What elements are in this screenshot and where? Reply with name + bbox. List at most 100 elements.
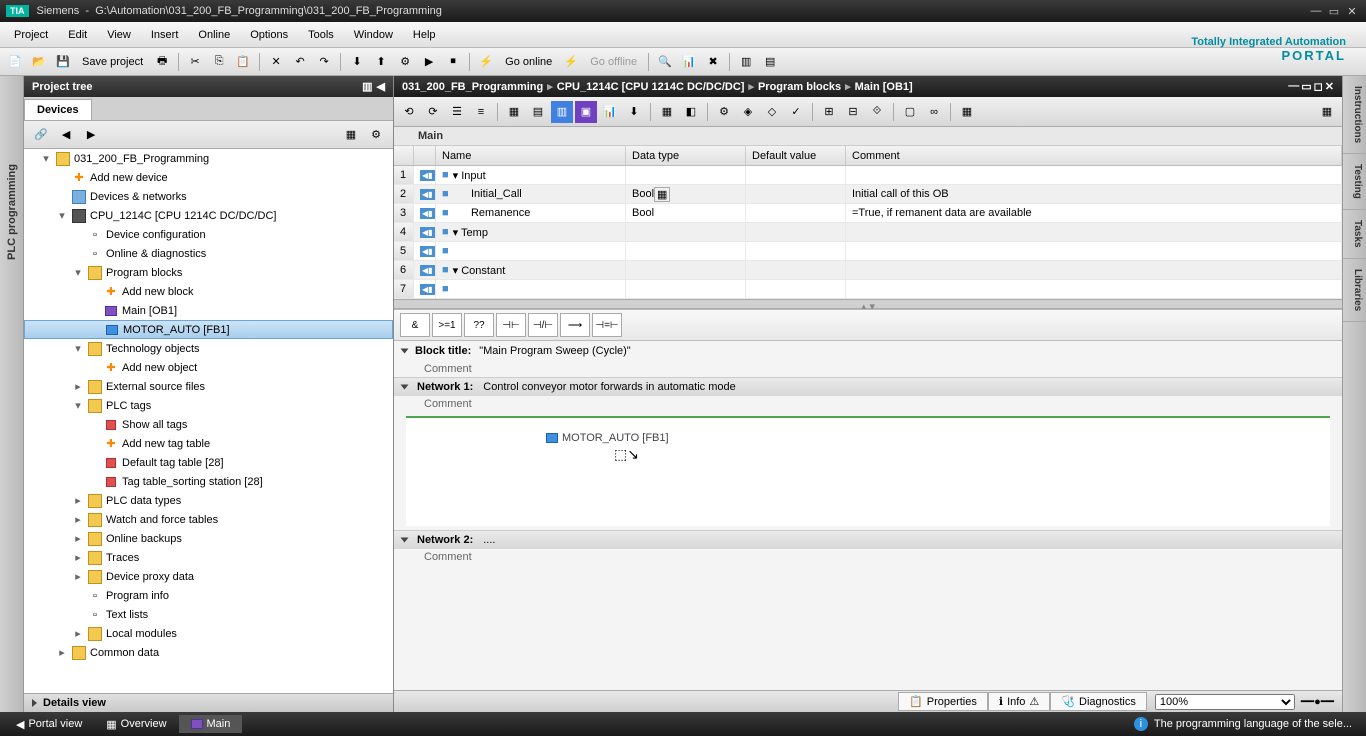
et-expand-icon[interactable]: ▦: [1316, 101, 1338, 123]
var-row[interactable]: 6◀▮■▾ Constant: [394, 261, 1342, 280]
et-icon[interactable]: ⟐: [866, 101, 888, 123]
et-icon[interactable]: ≡: [470, 101, 492, 123]
stop-icon[interactable]: ⏹: [442, 51, 464, 73]
pt-pin-icon[interactable]: ▥: [362, 80, 372, 93]
tree-item[interactable]: ▫Device configuration: [24, 225, 393, 244]
tree-item[interactable]: ▾PLC tags: [24, 396, 393, 415]
et-icon[interactable]: ⟲: [398, 101, 420, 123]
cut-icon[interactable]: ✂: [184, 51, 206, 73]
menu-online[interactable]: Online: [188, 25, 240, 45]
et-icon[interactable]: ▣: [575, 101, 597, 123]
devices-tab[interactable]: Devices: [24, 99, 92, 120]
overview-tab[interactable]: ▦ Overview: [94, 715, 178, 734]
col-default[interactable]: Default value: [746, 146, 846, 165]
et-icon[interactable]: ∞: [923, 101, 945, 123]
et-icon[interactable]: ⊟: [842, 101, 864, 123]
tree-item[interactable]: ▾CPU_1214C [CPU 1214C DC/DC/DC]: [24, 206, 393, 225]
tree-item[interactable]: Tag table_sorting station [28]: [24, 472, 393, 491]
lad-button[interactable]: &: [400, 313, 430, 337]
save-icon[interactable]: 💾: [52, 51, 74, 73]
var-row[interactable]: 7◀▮■: [394, 280, 1342, 299]
search-icon[interactable]: 🔍: [654, 51, 676, 73]
right-tab-tasks[interactable]: Tasks: [1343, 210, 1366, 259]
et-icon[interactable]: 📊: [599, 101, 621, 123]
tree-item[interactable]: Default tag table [28]: [24, 453, 393, 472]
et-icon[interactable]: ◈: [737, 101, 759, 123]
menu-insert[interactable]: Insert: [141, 25, 189, 45]
pt-opt-icon[interactable]: ⚙: [365, 124, 387, 146]
et-icon[interactable]: ▦: [656, 101, 678, 123]
open-icon[interactable]: 📂: [28, 51, 50, 73]
chart-icon[interactable]: 📊: [678, 51, 700, 73]
split-h-icon[interactable]: ▥: [735, 51, 757, 73]
lad-button[interactable]: >=1: [432, 313, 462, 337]
tree-item[interactable]: Devices & networks: [24, 187, 393, 206]
et-icon[interactable]: ▦: [503, 101, 525, 123]
var-row[interactable]: 5◀▮■: [394, 242, 1342, 261]
et-icon[interactable]: ▥: [551, 101, 573, 123]
menu-edit[interactable]: Edit: [58, 25, 97, 45]
et-icon[interactable]: ▤: [527, 101, 549, 123]
editor-float-icon[interactable]: ▭: [1301, 80, 1311, 93]
left-strip-label[interactable]: PLC programming: [4, 156, 20, 268]
tree-item[interactable]: ✚Add new block: [24, 282, 393, 301]
lad-button[interactable]: ??: [464, 313, 494, 337]
et-icon[interactable]: ▢: [899, 101, 921, 123]
tree-item[interactable]: ▾Technology objects: [24, 339, 393, 358]
bc-0[interactable]: 031_200_FB_Programming: [402, 81, 543, 93]
network-1-desc[interactable]: Control conveyor motor forwards in autom…: [483, 381, 736, 393]
menu-window[interactable]: Window: [344, 25, 403, 45]
pt-fwd-icon[interactable]: ▶: [80, 124, 102, 146]
zoom-slider[interactable]: ━━●━━: [1301, 695, 1334, 708]
et-icon[interactable]: ✓: [785, 101, 807, 123]
lad-button[interactable]: ⊣/⊢: [528, 313, 558, 337]
main-tab[interactable]: Main: [179, 715, 243, 733]
lad-button[interactable]: ⊣=⊢: [592, 313, 622, 337]
col-name[interactable]: Name: [436, 146, 626, 165]
tree-item[interactable]: ▫Online & diagnostics: [24, 244, 393, 263]
tree-item[interactable]: ▸Device proxy data: [24, 567, 393, 586]
tree-item[interactable]: ▸Common data: [24, 643, 393, 662]
download-icon[interactable]: ⬇: [346, 51, 368, 73]
details-view[interactable]: Details view: [24, 693, 393, 712]
tree-item[interactable]: ▸Online backups: [24, 529, 393, 548]
et-icon[interactable]: ◇: [761, 101, 783, 123]
col-type[interactable]: Data type: [626, 146, 746, 165]
tree-item[interactable]: ▾031_200_FB_Programming: [24, 149, 393, 168]
bc-3[interactable]: Main [OB1]: [855, 81, 913, 93]
print-icon[interactable]: 🖶: [151, 51, 173, 73]
tree-item[interactable]: ▫Text lists: [24, 605, 393, 624]
right-tab-libraries[interactable]: Libraries: [1343, 259, 1366, 322]
cross-ref-icon[interactable]: ✖: [702, 51, 724, 73]
tree-item[interactable]: ▸PLC data types: [24, 491, 393, 510]
goonline-icon[interactable]: ⚡: [475, 51, 497, 73]
pt-back-icon[interactable]: ◀: [55, 124, 77, 146]
save-project-button[interactable]: Save project: [76, 56, 149, 68]
menu-tools[interactable]: Tools: [298, 25, 344, 45]
properties-button[interactable]: 📋 Properties: [898, 692, 988, 711]
compile-icon[interactable]: ⚙: [394, 51, 416, 73]
et-icon[interactable]: ⟳: [422, 101, 444, 123]
bc-2[interactable]: Program blocks: [758, 81, 841, 93]
paste-icon[interactable]: 📋: [232, 51, 254, 73]
delete-icon[interactable]: ✕: [265, 51, 287, 73]
right-tab-testing[interactable]: Testing: [1343, 154, 1366, 210]
block-comment[interactable]: Comment: [394, 361, 1342, 377]
pt-collapse-icon[interactable]: ◀: [377, 80, 385, 93]
pt-grid-icon[interactable]: ▦: [340, 124, 362, 146]
menu-view[interactable]: View: [97, 25, 141, 45]
maximize-button[interactable]: ▭: [1326, 4, 1342, 18]
diagnostics-button[interactable]: 🩺 Diagnostics: [1050, 692, 1147, 711]
info-button[interactable]: ℹ Info ⚠: [988, 692, 1050, 711]
tree-item[interactable]: ▸External source files: [24, 377, 393, 396]
var-row[interactable]: 2◀▮■ Initial_CallBool ▦Initial call of t…: [394, 185, 1342, 204]
et-icon[interactable]: ◧: [680, 101, 702, 123]
gooffline-icon[interactable]: ⚡: [560, 51, 582, 73]
col-comment[interactable]: Comment: [846, 146, 1342, 165]
zoom-select[interactable]: 100%: [1155, 694, 1295, 710]
sim-icon[interactable]: ▶: [418, 51, 440, 73]
et-icon[interactable]: ⊞: [818, 101, 840, 123]
close-button[interactable]: ✕: [1344, 4, 1360, 18]
et-icon[interactable]: ⚙: [713, 101, 735, 123]
et-icon[interactable]: ⬇: [623, 101, 645, 123]
